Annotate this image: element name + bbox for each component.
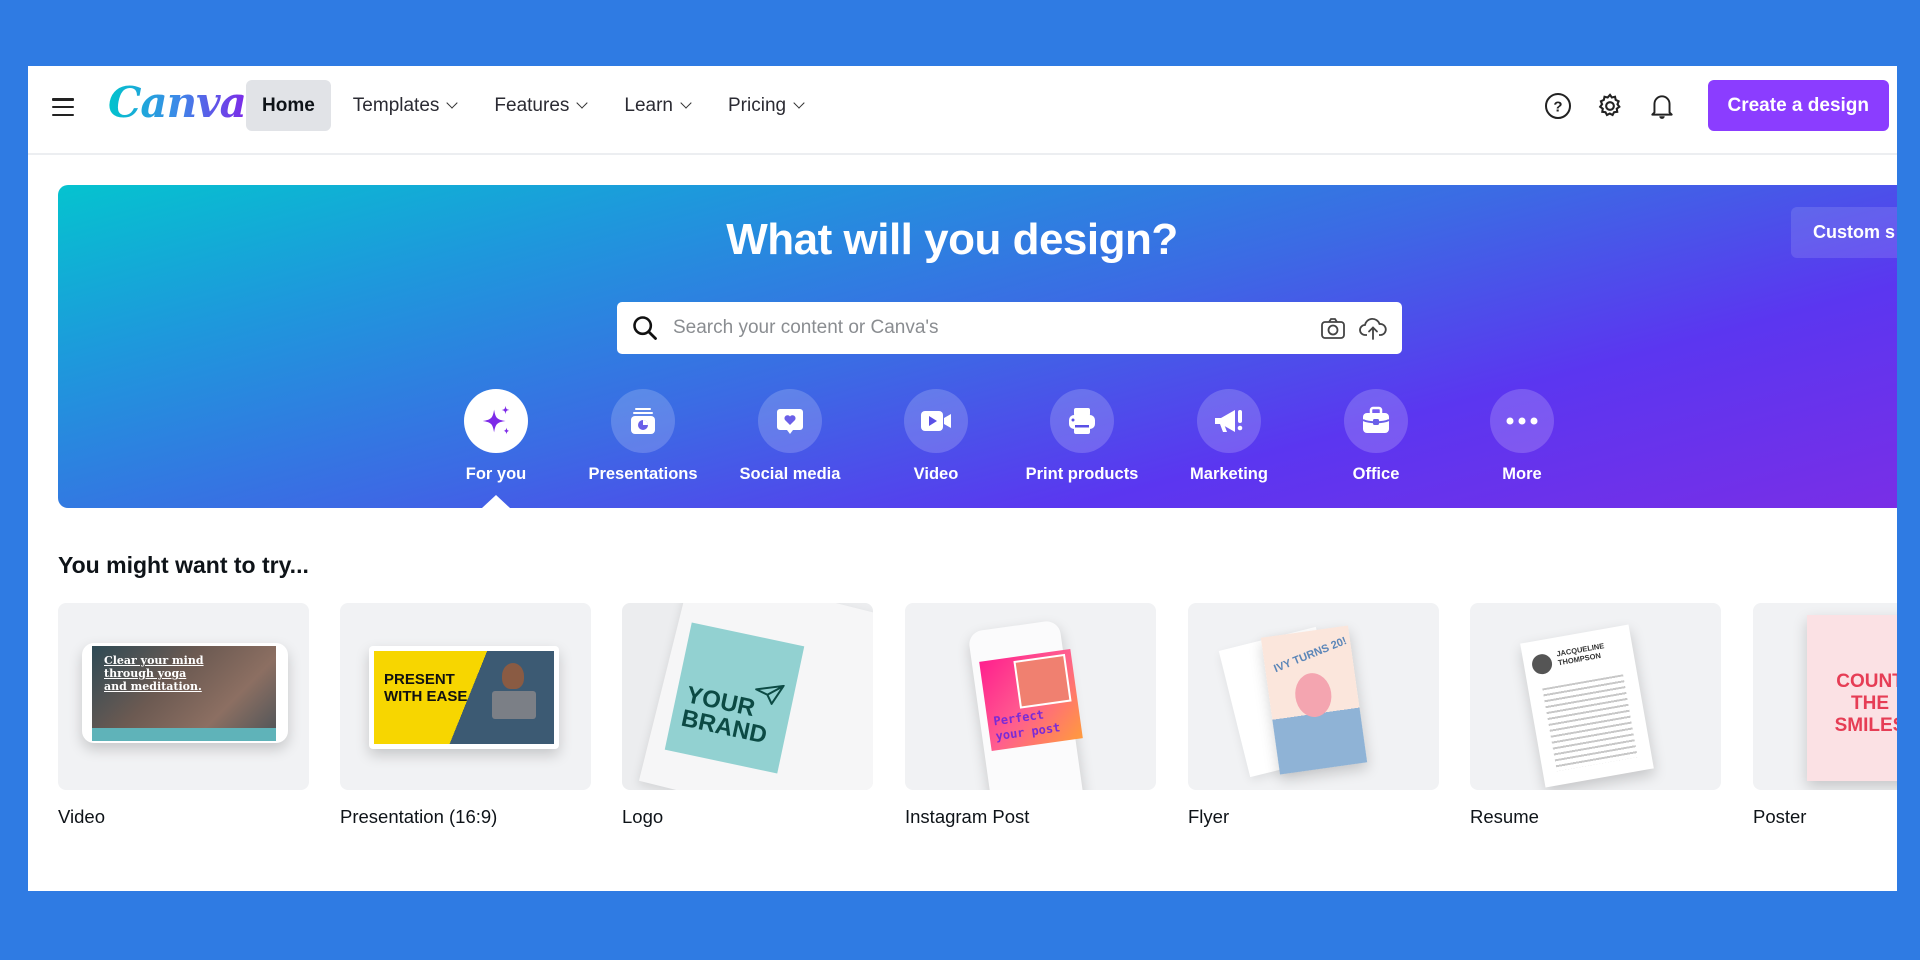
- chevron-down-icon: [680, 97, 692, 109]
- section-title: You might want to try...: [58, 552, 309, 578]
- card-label: Presentation (16:9): [340, 806, 498, 827]
- thumbnail: COUNT THE SMILES: [1753, 603, 1897, 790]
- nav-pricing[interactable]: Pricing: [712, 80, 819, 131]
- settings-icon[interactable]: [1590, 86, 1630, 126]
- sparkle-icon: [482, 405, 510, 435]
- chevron-down-icon: [793, 97, 805, 109]
- notifications-bell-icon[interactable]: [1642, 86, 1682, 126]
- help-icon[interactable]: ?: [1538, 86, 1578, 126]
- design-card-presentation[interactable]: PRESENT WITH EASE Presentation (16:9): [340, 603, 591, 828]
- nav-learn[interactable]: Learn: [608, 80, 706, 131]
- category-label: Social media: [739, 465, 841, 483]
- chevron-down-icon: [576, 97, 589, 109]
- design-card-flyer[interactable]: IVY TURNS 20! Flyer: [1188, 603, 1439, 828]
- category-label: Video: [913, 465, 959, 483]
- thumbnail: YOUR BRAND: [622, 603, 873, 790]
- header-actions: ? Create a design: [1526, 80, 1889, 131]
- thumb-text: Perfect your post: [992, 707, 1062, 744]
- canva-logo[interactable]: Canva: [108, 78, 247, 127]
- svg-text:?: ?: [1553, 98, 1562, 115]
- category-social-media[interactable]: Social media: [720, 389, 860, 484]
- category-marketing[interactable]: Marketing: [1159, 389, 1299, 484]
- category-label: More: [1502, 465, 1542, 483]
- video-camera-icon: [921, 411, 951, 431]
- category-bar: For you Presentations Social media Video…: [58, 185, 1897, 508]
- active-category-caret: [482, 495, 510, 508]
- category-label: Office: [1352, 465, 1400, 483]
- design-card-resume[interactable]: JACQUELINE THOMPSON Resume: [1470, 603, 1721, 828]
- category-print-products[interactable]: Print products: [1012, 389, 1152, 484]
- social-heart-icon: [777, 409, 803, 434]
- canva-window: Canva Home Templates Features Learn Pric…: [28, 66, 1897, 891]
- thumb-text: PRESENT WITH EASE: [384, 671, 468, 705]
- create-design-button[interactable]: Create a design: [1707, 80, 1889, 131]
- category-label: Print products: [1025, 465, 1139, 483]
- card-label: Poster: [1753, 806, 1807, 827]
- category-video[interactable]: Video: [866, 389, 1006, 484]
- thumbnail: Clear your mind through yoga and meditat…: [58, 603, 309, 790]
- nav-features-label: Features: [494, 94, 570, 116]
- card-label: Flyer: [1188, 806, 1230, 827]
- card-label: Video: [58, 806, 105, 827]
- top-header: Canva Home Templates Features Learn Pric…: [28, 66, 1897, 155]
- category-presentations[interactable]: Presentations: [573, 389, 713, 484]
- nav-templates-label: Templates: [352, 94, 440, 116]
- card-label: Logo: [622, 806, 664, 827]
- design-card-instagram-post[interactable]: Perfect your post Instagram Post: [905, 603, 1156, 828]
- presentation-icon: [631, 408, 655, 434]
- design-card-poster[interactable]: COUNT THE SMILES Poster: [1753, 603, 1897, 828]
- hero-banner: What will you design? Custom s For you P…: [58, 185, 1897, 508]
- nav-pricing-label: Pricing: [728, 94, 787, 116]
- category-label: Presentations: [588, 465, 698, 483]
- nav-templates[interactable]: Templates: [337, 80, 473, 131]
- thumb-text: COUNT THE SMILES: [1834, 671, 1897, 736]
- nav-features[interactable]: Features: [478, 80, 602, 131]
- category-for-you[interactable]: For you: [426, 389, 566, 484]
- category-label: For you: [465, 465, 527, 483]
- card-label: Instagram Post: [905, 806, 1030, 827]
- thumb-text: IVY TURNS 20!: [1272, 634, 1349, 676]
- printer-icon: [1069, 408, 1095, 434]
- category-more[interactable]: More: [1452, 389, 1592, 484]
- design-card-logo[interactable]: YOUR BRAND Logo: [622, 603, 873, 828]
- chevron-down-icon: [446, 97, 459, 109]
- thumbnail: Perfect your post: [905, 603, 1156, 790]
- main-nav: Home Templates Features Learn Pricing: [246, 80, 825, 131]
- nav-learn-label: Learn: [624, 94, 673, 116]
- thumb-text: Clear your mind through yoga and meditat…: [104, 654, 204, 693]
- thumbnail: IVY TURNS 20!: [1188, 603, 1439, 790]
- menu-icon[interactable]: [52, 96, 74, 118]
- nav-home[interactable]: Home: [246, 80, 331, 131]
- design-card-video[interactable]: Clear your mind through yoga and meditat…: [58, 603, 309, 828]
- megaphone-icon: [1215, 410, 1243, 432]
- category-office[interactable]: Office: [1306, 389, 1446, 484]
- category-label: Marketing: [1190, 465, 1268, 483]
- briefcase-icon: [1362, 406, 1390, 433]
- nav-home-label: Home: [262, 94, 315, 116]
- thumbnail: PRESENT WITH EASE: [340, 603, 591, 790]
- thumb-text: JACQUELINE THOMPSON: [1555, 641, 1605, 668]
- card-label: Resume: [1470, 806, 1539, 827]
- more-dots-icon: [1506, 417, 1538, 425]
- thumbnail: JACQUELINE THOMPSON: [1470, 603, 1721, 790]
